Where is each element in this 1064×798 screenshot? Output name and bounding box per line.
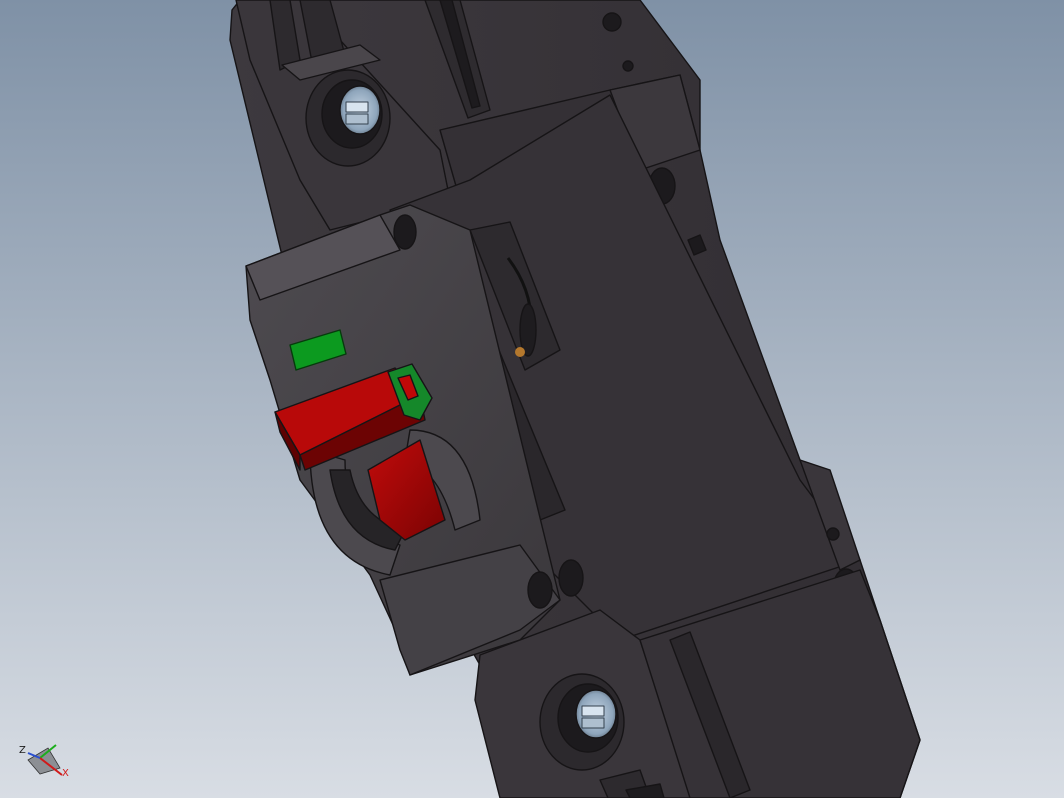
upper-terminal-screw[interactable] — [305, 69, 391, 167]
triad-x-label: X — [62, 768, 69, 779]
triad-z-label: Z — [19, 745, 26, 756]
lower-terminal-screw[interactable] — [539, 673, 625, 771]
cad-scene[interactable] — [0, 0, 1064, 798]
graphics-viewport[interactable]: Z X — [0, 0, 1064, 798]
